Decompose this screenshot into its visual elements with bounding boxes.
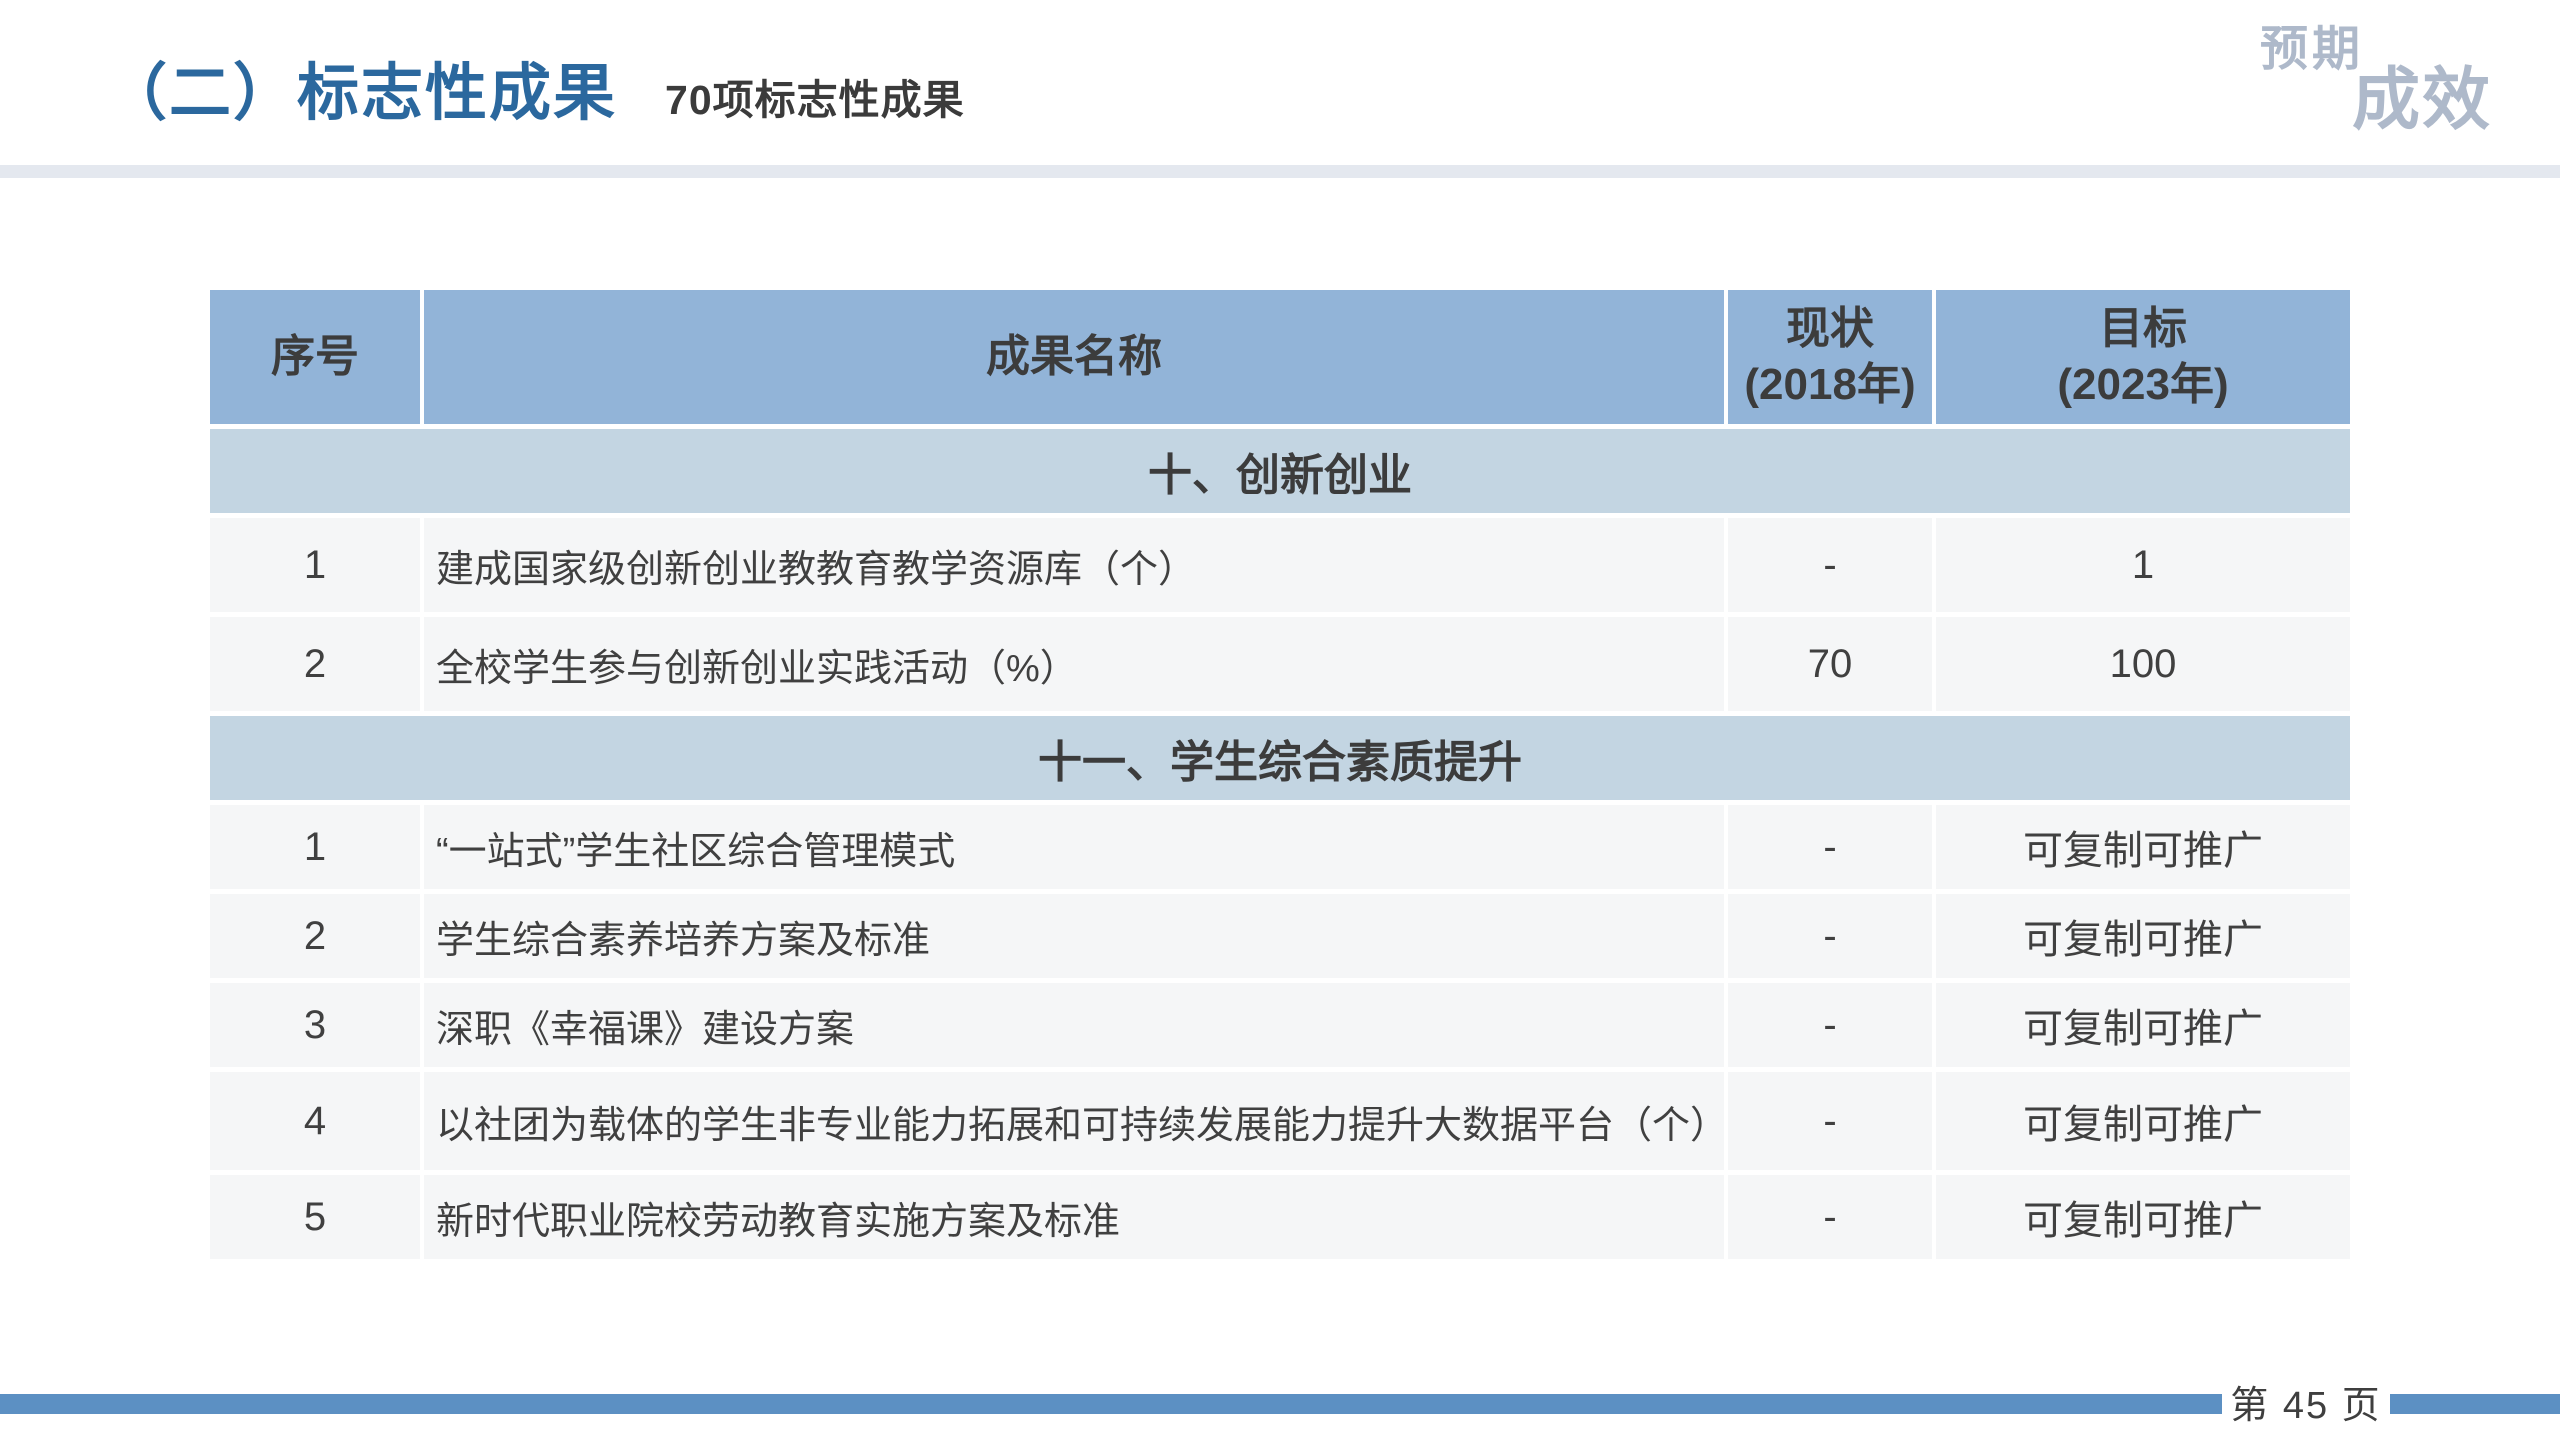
column-header-name: 成果名称 (424, 290, 1724, 424)
table-row: 4以社团为载体的学生非专业能力拓展和可持续发展能力提升大数据平台（个）-可复制可… (210, 1072, 2350, 1170)
page-header: （二）标志性成果 70项标志性成果 (105, 42, 965, 132)
column-header-line1: 现状 (1786, 301, 1874, 357)
cell-name: 全校学生参与创新创业实践活动（%） (424, 617, 1724, 711)
column-header-line1: 目标 (2099, 301, 2187, 357)
cell-no: 2 (210, 617, 420, 711)
cell-target: 1 (1936, 518, 2350, 612)
cell-status: - (1728, 518, 1932, 612)
header-divider (0, 165, 2560, 178)
column-header-status: 现状(2018年) (1728, 290, 1932, 424)
cell-name: 学生综合素养培养方案及标准 (424, 894, 1724, 978)
cell-name: 新时代职业院校劳动教育实施方案及标准 (424, 1175, 1724, 1259)
footer-bar (0, 1394, 2560, 1414)
cell-target: 可复制可推广 (1936, 894, 2350, 978)
cell-status: - (1728, 983, 1932, 1067)
column-header-line1: 成果名称 (986, 329, 1162, 385)
page-subtitle: 70项标志性成果 (665, 66, 965, 126)
page-title: （二）标志性成果 (105, 42, 617, 132)
cell-target: 可复制可推广 (1936, 805, 2350, 889)
column-header-target: 目标(2023年) (1936, 290, 2350, 424)
table-row: 1“一站式”学生社区综合管理模式-可复制可推广 (210, 805, 2350, 889)
cell-status: - (1728, 805, 1932, 889)
cell-no: 3 (210, 983, 420, 1067)
cell-name: 以社团为载体的学生非专业能力拓展和可持续发展能力提升大数据平台（个） (424, 1072, 1724, 1170)
cell-no: 5 (210, 1175, 420, 1259)
results-table: 序号成果名称现状(2018年)目标(2023年)十、创新创业1建成国家级创新创业… (210, 290, 2350, 1259)
cell-status: - (1728, 1072, 1932, 1170)
watermark-line2: 成效 (2352, 66, 2492, 134)
cell-name: 建成国家级创新创业教教育教学资源库（个） (424, 518, 1724, 612)
section-header: 十一、学生综合素质提升 (210, 716, 2350, 800)
cell-no: 1 (210, 805, 420, 889)
column-header-line2: (2023年) (2057, 357, 2228, 413)
cell-status: - (1728, 1175, 1932, 1259)
column-header-line2: (2018年) (1744, 357, 1915, 413)
page-number: 第 45 页 (2222, 1374, 2390, 1428)
cell-no: 1 (210, 518, 420, 612)
cell-status: - (1728, 894, 1932, 978)
cell-no: 4 (210, 1072, 420, 1170)
table-row: 2学生综合素养培养方案及标准-可复制可推广 (210, 894, 2350, 978)
table-row: 3深职《幸福课》建设方案-可复制可推广 (210, 983, 2350, 1067)
cell-target: 可复制可推广 (1936, 983, 2350, 1067)
cell-target: 可复制可推广 (1936, 1175, 2350, 1259)
slide: { "header": { "title": "（二）标志性成果", "subt… (0, 0, 2560, 1440)
cell-target: 100 (1936, 617, 2350, 711)
watermark: 预期 成效 (2260, 26, 2492, 134)
cell-target: 可复制可推广 (1936, 1072, 2350, 1170)
cell-status: 70 (1728, 617, 1932, 711)
cell-no: 2 (210, 894, 420, 978)
table-row: 2全校学生参与创新创业实践活动（%）70100 (210, 617, 2350, 711)
column-header-no: 序号 (210, 290, 420, 424)
table-header-row: 序号成果名称现状(2018年)目标(2023年) (210, 290, 2350, 424)
column-header-line1: 序号 (271, 329, 359, 385)
table-row: 1建成国家级创新创业教教育教学资源库（个）-1 (210, 518, 2350, 612)
cell-name: “一站式”学生社区综合管理模式 (424, 805, 1724, 889)
cell-name: 深职《幸福课》建设方案 (424, 983, 1724, 1067)
section-header: 十、创新创业 (210, 429, 2350, 513)
table-row: 5新时代职业院校劳动教育实施方案及标准-可复制可推广 (210, 1175, 2350, 1259)
